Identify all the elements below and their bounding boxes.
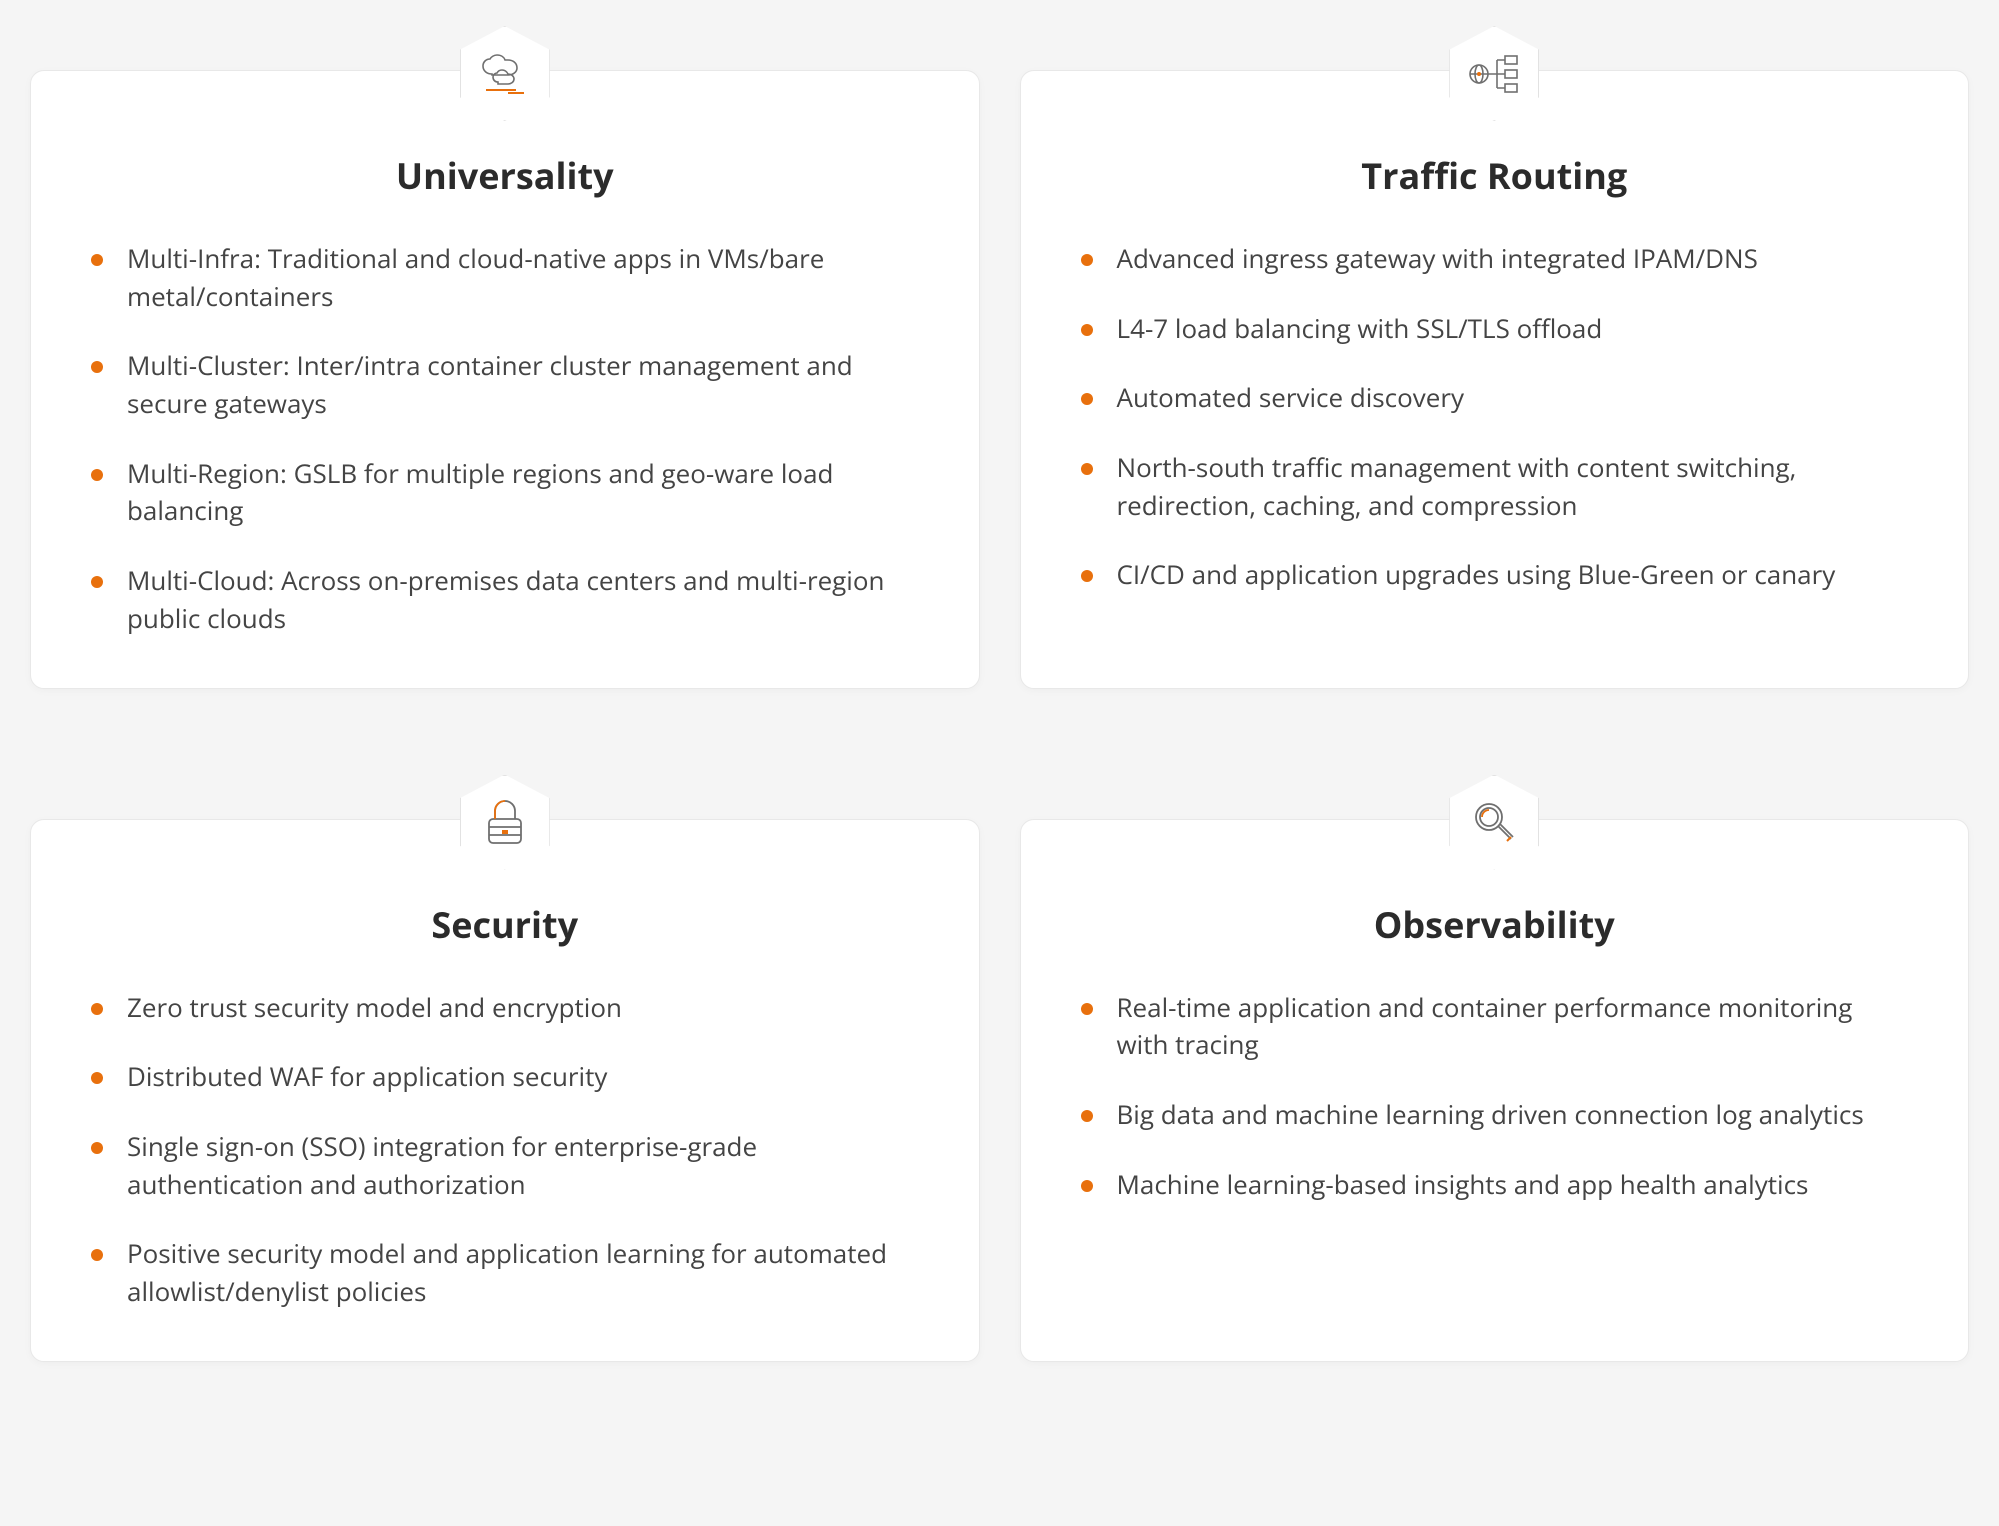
list-item: Big data and machine learning driven con… — [1081, 1096, 1909, 1134]
bullet-list: Zero trust security model and encryption… — [91, 989, 919, 1311]
icon-hex — [460, 775, 550, 870]
list-item: Advanced ingress gateway with integrated… — [1081, 240, 1909, 278]
bullet-list: Real-time application and container perf… — [1081, 989, 1909, 1204]
magnify-icon — [1471, 799, 1517, 845]
page: Universality Multi-Infra: Traditional an… — [0, 0, 1999, 1422]
list-item: Distributed WAF for application security — [91, 1058, 919, 1096]
list-item: CI/CD and application upgrades using Blu… — [1081, 556, 1909, 594]
card-universality: Universality Multi-Infra: Traditional an… — [30, 70, 980, 689]
icon-badge — [1449, 26, 1539, 121]
list-item: Real-time application and container perf… — [1081, 989, 1909, 1064]
cards-grid: Universality Multi-Infra: Traditional an… — [30, 20, 1969, 1362]
card-title: Traffic Routing — [1081, 151, 1909, 200]
card-traffic-routing: Traffic Routing Advanced ingress gateway… — [1020, 70, 1970, 689]
card-title: Universality — [91, 151, 919, 200]
list-item: North-south traffic management with cont… — [1081, 449, 1909, 524]
card-observability: Observability Real-time application and … — [1020, 819, 1970, 1362]
icon-badge — [460, 26, 550, 121]
cloud-icon — [478, 54, 532, 94]
icon-badge — [460, 775, 550, 870]
icon-hex — [1449, 775, 1539, 870]
icon-hex — [1449, 26, 1539, 121]
card-title: Security — [91, 900, 919, 949]
icon-badge — [1449, 775, 1539, 870]
list-item: Multi-Cloud: Across on-premises data cen… — [91, 562, 919, 637]
icon-hex — [460, 26, 550, 121]
routing-icon — [1467, 52, 1521, 96]
list-item: Zero trust security model and encryption — [91, 989, 919, 1027]
card-title: Observability — [1081, 900, 1909, 949]
list-item: Automated service discovery — [1081, 379, 1909, 417]
bullet-list: Multi-Infra: Traditional and cloud-nativ… — [91, 240, 919, 638]
list-item: Machine learning-based insights and app … — [1081, 1166, 1909, 1204]
list-item: Multi-Infra: Traditional and cloud-nativ… — [91, 240, 919, 315]
list-item: Positive security model and application … — [91, 1235, 919, 1310]
lock-icon — [483, 797, 527, 847]
list-item: Multi-Cluster: Inter/intra container clu… — [91, 347, 919, 422]
card-security: Security Zero trust security model and e… — [30, 819, 980, 1362]
list-item: L4-7 load balancing with SSL/TLS offload — [1081, 310, 1909, 348]
list-item: Single sign-on (SSO) integration for ent… — [91, 1128, 919, 1203]
list-item: Multi-Region: GSLB for multiple regions … — [91, 455, 919, 530]
bullet-list: Advanced ingress gateway with integrated… — [1081, 240, 1909, 594]
